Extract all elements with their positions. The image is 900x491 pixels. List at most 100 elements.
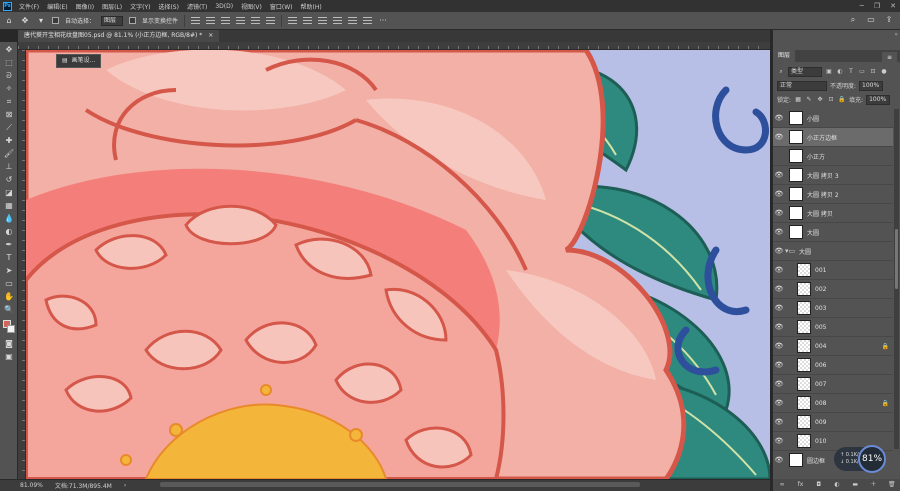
layer-thumbnail[interactable]: [789, 187, 803, 201]
layer-name[interactable]: 大圆 拷贝 2: [807, 190, 839, 199]
layer-name[interactable]: 小正方: [807, 152, 825, 161]
layer-row[interactable]: 👁 002: [773, 280, 893, 299]
layer-row[interactable]: 👁 大圆 拷贝 3: [773, 166, 893, 185]
shape-tool-icon[interactable]: ▭: [3, 278, 15, 290]
move-tool-icon[interactable]: ✥: [3, 44, 15, 56]
lock-transparent-icon[interactable]: ▦: [794, 96, 802, 104]
align-right-icon[interactable]: [266, 16, 276, 25]
visibility-eye-icon[interactable]: 👁: [773, 437, 785, 445]
brush-settings-tooltip[interactable]: ▤ 画笔设...: [56, 54, 102, 68]
layer-name[interactable]: 小正方边框: [807, 133, 837, 142]
layer-thumbnail[interactable]: [789, 453, 803, 467]
close-tab-button[interactable]: ×: [208, 30, 213, 42]
layer-name[interactable]: 002: [815, 286, 826, 293]
layer-name[interactable]: 001: [815, 267, 826, 274]
layer-style-icon[interactable]: fx: [796, 481, 804, 489]
menu-3d[interactable]: 3D(D): [211, 3, 237, 10]
layer-thumbnail[interactable]: [797, 358, 811, 372]
layer-row[interactable]: 👁 003: [773, 299, 893, 318]
layer-thumbnail[interactable]: [797, 339, 811, 353]
visibility-eye-icon[interactable]: 👁: [773, 456, 785, 464]
filter-smart-object-icon[interactable]: ⊡: [869, 68, 877, 76]
opacity-input[interactable]: 100%: [859, 80, 884, 91]
panel-menu-icon[interactable]: ≡: [881, 52, 897, 64]
layer-row[interactable]: 👁 大圆: [773, 223, 893, 242]
visibility-eye-icon[interactable]: 👁: [773, 285, 785, 293]
visibility-eye-icon[interactable]: 👁: [773, 342, 785, 350]
menu-layer[interactable]: 图层(L): [98, 2, 126, 11]
layer-thumbnail[interactable]: [789, 225, 803, 239]
distribute-hcenter-icon[interactable]: [348, 16, 358, 25]
align-bottom-icon[interactable]: [221, 16, 231, 25]
layer-row[interactable]: 👁 小正方边框: [773, 128, 893, 147]
align-top-icon[interactable]: [191, 16, 201, 25]
layer-row[interactable]: 👁 007: [773, 375, 893, 394]
visibility-eye-icon[interactable]: 👁: [773, 171, 785, 179]
filter-toggle-icon[interactable]: ●: [880, 68, 888, 76]
layer-name[interactable]: 小圆: [807, 114, 819, 123]
close-window-button[interactable]: ✕: [890, 2, 896, 10]
layer-thumbnail[interactable]: [797, 301, 811, 315]
show-transform-checkbox[interactable]: [129, 17, 137, 24]
workspace-icon[interactable]: ▭: [866, 15, 876, 25]
auto-select-dropdown[interactable]: 图层: [101, 15, 124, 26]
distribute-left-icon[interactable]: [333, 16, 343, 25]
distribute-bottom-icon[interactable]: [318, 16, 328, 25]
lock-image-icon[interactable]: ✎: [805, 96, 813, 104]
visibility-eye-icon[interactable]: 👁: [773, 247, 785, 255]
layer-name[interactable]: 大圆: [807, 228, 819, 237]
add-mask-icon[interactable]: ◘: [815, 481, 823, 489]
new-layer-icon[interactable]: ＋: [870, 481, 878, 489]
healing-brush-tool-icon[interactable]: ✚: [3, 135, 15, 147]
fill-input[interactable]: 100%: [866, 94, 891, 105]
align-left-icon[interactable]: [236, 16, 246, 25]
layer-name[interactable]: 008: [815, 400, 826, 407]
move-tool-icon[interactable]: ✥: [20, 16, 30, 26]
minimize-button[interactable]: ─: [860, 2, 864, 10]
visibility-eye-icon[interactable]: 👁: [773, 209, 785, 217]
filter-kind-dropdown[interactable]: 类型: [788, 66, 822, 77]
visibility-eye-icon[interactable]: 👁: [773, 114, 785, 122]
canvas[interactable]: ▤ 画笔设...: [26, 50, 770, 479]
visibility-eye-icon[interactable]: 👁: [773, 361, 785, 369]
visibility-eye-icon[interactable]: 👁: [773, 418, 785, 426]
menu-view[interactable]: 视图(V): [237, 2, 266, 11]
horizontal-scrollbar[interactable]: [160, 482, 640, 487]
hand-tool-icon[interactable]: ✋: [3, 291, 15, 303]
distribute-top-icon[interactable]: [288, 16, 298, 25]
document-tab[interactable]: 唐代葵开宝相花纹盘图05.psd @ 81.1% (小正方边框, RGB/8#)…: [18, 30, 220, 42]
lock-artboard-icon[interactable]: ⊡: [827, 96, 835, 104]
tab-layers[interactable]: 图层: [773, 50, 796, 62]
search-icon[interactable]: ⌕: [848, 15, 858, 25]
layer-name[interactable]: 007: [815, 381, 826, 388]
menu-filter[interactable]: 滤镜(T): [183, 2, 211, 11]
layer-thumbnail[interactable]: [797, 320, 811, 334]
menu-image[interactable]: 图像(I): [72, 2, 98, 11]
layer-thumbnail[interactable]: [797, 415, 811, 429]
path-selection-tool-icon[interactable]: ➤: [3, 265, 15, 277]
align-vcenter-icon[interactable]: [206, 16, 216, 25]
layer-name[interactable]: 圆边框: [807, 456, 825, 465]
marquee-tool-icon[interactable]: ⬚: [3, 57, 15, 69]
type-tool-icon[interactable]: T: [3, 252, 15, 264]
filter-type-icon[interactable]: T: [847, 68, 855, 76]
menu-window[interactable]: 窗口(W): [266, 2, 297, 11]
layer-row[interactable]: 👁 大圆 拷贝 2: [773, 185, 893, 204]
layer-row[interactable]: 👁 ▾▭ 大圆: [773, 242, 893, 261]
layer-name[interactable]: 006: [815, 362, 826, 369]
layer-name[interactable]: 004: [815, 343, 826, 350]
filter-pixel-icon[interactable]: ▣: [825, 68, 833, 76]
tool-preset-dropdown-icon[interactable]: ▾: [36, 16, 46, 26]
status-arrow-icon[interactable]: ›: [124, 482, 126, 489]
auto-select-checkbox[interactable]: [52, 17, 59, 24]
clone-stamp-tool-icon[interactable]: ⊥: [3, 161, 15, 173]
layer-thumbnail[interactable]: [797, 282, 811, 296]
eyedropper-tool-icon[interactable]: ⟋: [3, 122, 15, 134]
layer-thumbnail[interactable]: [797, 396, 811, 410]
quick-mask-icon[interactable]: ◙: [3, 338, 15, 350]
layer-row[interactable]: 小正方: [773, 147, 893, 166]
collapse-panel-button[interactable]: »: [894, 31, 898, 38]
delete-layer-icon[interactable]: 🗑: [888, 481, 896, 489]
blur-tool-icon[interactable]: 💧: [3, 213, 15, 225]
distribute-vcenter-icon[interactable]: [303, 16, 313, 25]
